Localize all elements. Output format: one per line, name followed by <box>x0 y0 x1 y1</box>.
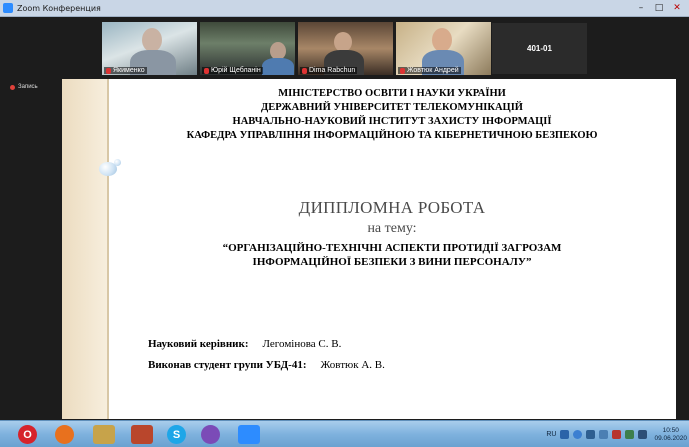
taskbar-clock[interactable]: 10:50 09.06.2020 <box>654 427 687 443</box>
display-icon[interactable] <box>586 430 596 439</box>
zoom-app-icon <box>3 3 13 13</box>
recording-label: Запись <box>18 84 38 90</box>
participant-name-tag: Якименко <box>104 67 147 74</box>
shared-slide: МІНІСТЕРСТВО ОСВІТИ І НАУКИ УКРАЇНИ ДЕРЖ… <box>62 79 676 419</box>
window-title: Zoom Конференция <box>17 3 101 13</box>
participant-head <box>334 32 352 52</box>
opera-icon[interactable]: O <box>18 425 37 444</box>
security-icon[interactable] <box>599 430 609 439</box>
minimize-button[interactable]: – <box>633 2 649 14</box>
participant-strip: Якименко Юрій Щебланін Dima Rabchun Жовт… <box>102 22 491 75</box>
participant-video-1[interactable]: Якименко <box>102 22 197 75</box>
header-line: НАВЧАЛЬНО-НАУКОВИЙ ІНСТИТУТ ЗАХИСТУ ІНФО… <box>232 116 552 127</box>
header-line: ДЕРЖАВНИЙ УНІВЕРСИТЕТ ТЕЛЕКОМУНІКАЦІЙ <box>261 102 523 113</box>
system-tray: RU 10:50 09.06.2020 <box>546 423 687 446</box>
slide-divider <box>107 79 109 419</box>
viber-icon[interactable] <box>201 425 220 444</box>
participant-video-3[interactable]: Dima Rabchun <box>298 22 393 75</box>
student-value: Жовтюк А. В. <box>320 359 385 371</box>
muted-mic-icon <box>204 67 209 74</box>
maximize-button[interactable]: □ <box>651 2 667 14</box>
network-icon[interactable] <box>560 430 570 439</box>
topic-line: “ОРГАНІЗАЦІЙНО-ТЕХНІЧНІ АСПЕКТИ ПРОТИДІЇ… <box>222 242 562 254</box>
zoom-icon[interactable] <box>238 425 260 444</box>
help-icon[interactable] <box>573 430 583 439</box>
participant-name-tag: Юрій Щебланін <box>202 67 263 74</box>
thesis-title: ДИППЛОМНА РОБОТА <box>298 198 486 217</box>
muted-mic-icon <box>400 67 405 74</box>
topic-line: ІНФОРМАЦІЙНОЇ БЕЗПЕКИ З ВИНИ ПЕРСОНАЛУ” <box>252 256 532 268</box>
signal-icon[interactable] <box>625 430 635 439</box>
participant-video-2[interactable]: Юрій Щебланін <box>200 22 295 75</box>
firefox-icon[interactable] <box>55 425 74 444</box>
supervisor-value: Легомінова С. В. <box>262 338 342 350</box>
participant-name-tag: Dima Rabchun <box>300 67 358 74</box>
participant-name: Жовтюк Андрей <box>407 67 459 74</box>
student-label: Виконав студент групи УБД-41: <box>148 359 307 371</box>
book-icon[interactable] <box>131 425 153 444</box>
skype-icon[interactable]: S <box>167 425 186 444</box>
paint-icon[interactable] <box>93 425 115 444</box>
meeting-stage: Якименко Юрій Щебланін Dima Rabchun Жовт… <box>0 17 689 420</box>
participant-name-tag: Жовтюк Андрей <box>398 67 461 74</box>
participant-body <box>262 58 294 75</box>
clock-time: 10:50 <box>662 426 679 434</box>
taskbar: O S RU 10:50 09.06.2020 <box>0 420 689 447</box>
meeting-counter[interactable]: 401-01 <box>492 23 587 74</box>
record-icon <box>10 84 15 90</box>
participant-head <box>432 28 452 52</box>
window-titlebar: Zoom Конференция – □ ✕ <box>0 0 689 17</box>
volume-icon[interactable] <box>638 430 648 439</box>
language-indicator[interactable]: RU <box>546 431 556 438</box>
on-topic-label: на тему: <box>367 221 417 236</box>
muted-mic-icon <box>106 67 111 74</box>
supervisor-label: Науковий керівник: <box>148 338 249 350</box>
participant-video-4[interactable]: Жовтюк Андрей <box>396 22 491 75</box>
muted-mic-icon <box>302 67 307 74</box>
header-line: КАФЕДРА УПРАВЛІННЯ ІНФОРМАЦІЙНОЮ ТА КІБЕ… <box>186 130 598 141</box>
participant-name: Dima Rabchun <box>309 67 356 74</box>
decorative-bubble-small <box>114 159 121 166</box>
header-line: МІНІСТЕРСТВО ОСВІТИ І НАУКИ УКРАЇНИ <box>278 88 506 99</box>
student-row: Виконав студент групи УБД-41: Жовтюк А. … <box>148 359 385 371</box>
participant-name: Юрій Щебланін <box>211 67 261 74</box>
participant-name: Якименко <box>113 67 145 74</box>
close-button[interactable]: ✕ <box>669 2 685 14</box>
supervisor-row: Науковий керівник: Легомінова С. В. <box>148 338 341 350</box>
slide-header: МІНІСТЕРСТВО ОСВІТИ І НАУКИ УКРАЇНИ ДЕРЖ… <box>122 87 662 143</box>
clock-date: 09.06.2020 <box>654 434 687 442</box>
recording-indicator[interactable]: Запись <box>10 84 38 90</box>
participant-head <box>142 28 162 52</box>
thesis-topic: “ОРГАНІЗАЦІЙНО-ТЕХНІЧНІ АСПЕКТИ ПРОТИДІЇ… <box>122 241 662 269</box>
slide-left-panel <box>62 79 107 419</box>
window-controls: – □ ✕ <box>633 2 685 14</box>
flag-icon[interactable] <box>612 430 622 439</box>
